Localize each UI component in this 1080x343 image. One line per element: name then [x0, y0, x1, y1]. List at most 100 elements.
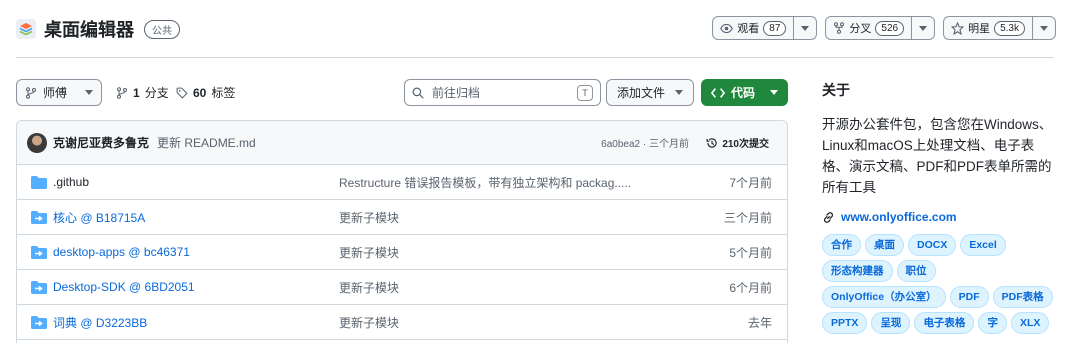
topic-tag[interactable]: Excel [960, 234, 1006, 256]
about-title: 关于 [822, 82, 850, 98]
avatar[interactable] [27, 132, 47, 153]
link-icon [824, 211, 833, 223]
homepage-link[interactable]: www.onlyoffice.com [822, 210, 1062, 224]
history-icon [706, 137, 717, 148]
topic-tag[interactable]: 合作 [822, 234, 861, 256]
about-description: 开源办公套件包，包含您在Windows、Linux和macOS上处理文档、电子表… [822, 117, 1053, 195]
fork-label: 分叉 [849, 23, 872, 35]
fork-count: 526 [875, 20, 905, 36]
star-count: 5.3k [994, 20, 1025, 36]
file-name[interactable]: 核心 @ B18715A [53, 209, 145, 226]
fork-dropdown[interactable] [912, 17, 934, 39]
tags-link[interactable]: 60 标签 [176, 79, 235, 106]
commit-meta[interactable]: 6a0bea2 · 三个月前 [601, 135, 689, 150]
file-commit-message[interactable]: 更新子模块 [339, 244, 399, 261]
watch-button-group: 观看 87 [712, 16, 818, 40]
star-button-group: 明星 5.3k [943, 16, 1056, 40]
header-divider [16, 57, 1054, 58]
file-table: 克谢尼亚费多鲁克 更新 README.md 6a0bea2 · 三个月前 210… [16, 120, 788, 343]
code-icon [711, 87, 725, 98]
repo-actions: 观看 87 分叉 526 明星 5.3k [712, 16, 1056, 40]
topic-tag[interactable]: XLX [1010, 312, 1050, 334]
repo-header: 桌面编辑器 公共 [16, 14, 180, 44]
file-commit-message[interactable]: 更新子模块 [339, 279, 399, 296]
homepage-url: www.onlyoffice.com [841, 210, 957, 224]
repo-title[interactable]: 桌面编辑器 [44, 16, 134, 42]
topic-tag[interactable]: OnlyOffice（办公室） [822, 286, 946, 308]
tags-count: 60 [193, 85, 207, 100]
commit-history-link[interactable]: 210次提交 [706, 135, 769, 150]
tag-icon [176, 87, 188, 98]
file-commit-message[interactable]: 更新子模块 [339, 209, 399, 226]
chevron-down-icon [801, 25, 810, 31]
table-row[interactable]: desktop-apps @ bc46371 更新子模块 5个月前 [17, 235, 787, 270]
topic-tag[interactable]: 字 [978, 312, 1007, 334]
about-panel: 关于 开源办公套件包，包含您在Windows、Linux和macOS上处理文档、… [822, 80, 1062, 334]
topic-tag[interactable]: PPTX [822, 312, 868, 334]
tags-label: 标签 [211, 86, 236, 100]
go-to-file-input[interactable]: 前往归档 T [404, 79, 601, 106]
commit-author[interactable]: 克谢尼亚费多鲁克 [53, 134, 149, 151]
star-label: 明星 [968, 23, 991, 35]
fork-button-group: 分叉 526 [825, 16, 936, 40]
submodule-folder-icon [31, 280, 47, 294]
file-name[interactable]: desktop-apps @ bc46371 [53, 245, 190, 259]
visibility-badge: 公共 [144, 19, 180, 39]
file-name[interactable]: Desktop-SDK @ 6BD2051 [53, 280, 195, 294]
file-date: 5个月前 [729, 245, 772, 260]
file-commit-message[interactable]: Restructure 错误报告模板，带有独立架构和 packag..... [339, 174, 631, 191]
watch-dropdown[interactable] [794, 17, 816, 39]
chevron-down-icon [675, 90, 683, 95]
topic-tag[interactable]: 呈现 [871, 312, 911, 334]
file-date: 三个月前 [723, 210, 772, 225]
file-name[interactable]: .github [53, 175, 89, 189]
watch-label: 观看 [737, 23, 760, 35]
commit-count-label: 210次提交 [722, 139, 769, 150]
branch-icon [25, 86, 37, 99]
topic-tag[interactable]: 桌面 [865, 234, 904, 256]
watch-count: 87 [763, 20, 787, 36]
keyboard-shortcut-hint: T [577, 85, 593, 101]
search-placeholder: 前往归档 [432, 86, 481, 100]
topic-tag[interactable]: DOCX [908, 234, 957, 256]
add-file-button[interactable]: 添加文件 [606, 79, 694, 106]
branch-selector[interactable]: 师傅 [16, 79, 102, 106]
branches-label: 分支 [144, 86, 169, 100]
table-row[interactable]: .github Restructure 错误报告模板，带有独立架构和 packag… [17, 165, 787, 200]
file-toolbar: 师傅 1 分支 60 标签 前往归档 T 添加文件 代码 [16, 79, 788, 106]
file-commit-message[interactable]: 更新子模块 [339, 314, 399, 331]
code-label: 代码 [731, 86, 756, 100]
topic-tag[interactable]: PDF表格 [992, 286, 1053, 308]
topic-tag[interactable]: 职位 [896, 260, 936, 282]
file-date: 6个月前 [729, 280, 772, 295]
chevron-down-icon [770, 90, 778, 95]
eye-icon [720, 23, 734, 33]
branch-icon [116, 86, 128, 99]
file-name[interactable]: 词典 @ D3223BB [53, 314, 147, 331]
star-icon [951, 21, 964, 35]
chevron-down-icon [919, 25, 928, 31]
latest-commit-bar: 克谢尼亚费多鲁克 更新 README.md 6a0bea2 · 三个月前 210… [17, 121, 787, 165]
topic-tag[interactable]: 形态构建器 [822, 260, 893, 282]
table-row[interactable]: Desktop-SDK @ 6BD2051 更新子模块 6个月前 [17, 270, 787, 305]
branches-count: 1 [133, 85, 140, 100]
search-icon [412, 87, 424, 99]
fork-button[interactable]: 分叉 526 [826, 17, 913, 39]
branches-link[interactable]: 1 分支 [116, 79, 169, 106]
star-button[interactable]: 明星 5.3k [944, 17, 1033, 39]
submodule-folder-icon [31, 245, 47, 259]
watch-button[interactable]: 观看 87 [713, 17, 795, 39]
code-button[interactable]: 代码 [701, 79, 788, 106]
table-row[interactable]: 核心 @ B18715A 更新子模块 三个月前 [17, 200, 787, 235]
commit-message[interactable]: 更新 README.md [157, 134, 256, 151]
repo-logo-icon [16, 19, 36, 39]
submodule-folder-icon [31, 315, 47, 329]
topic-tag[interactable]: PDF [949, 286, 989, 308]
branch-label: 师傅 [43, 86, 68, 100]
folder-icon [31, 175, 47, 189]
topic-tag[interactable]: 电子表格 [914, 312, 975, 334]
table-row[interactable]: 词典 @ D3223BB 更新子模块 去年 [17, 305, 787, 340]
chevron-down-icon [1040, 25, 1048, 31]
star-dropdown[interactable] [1033, 17, 1055, 39]
fork-icon [834, 22, 845, 34]
